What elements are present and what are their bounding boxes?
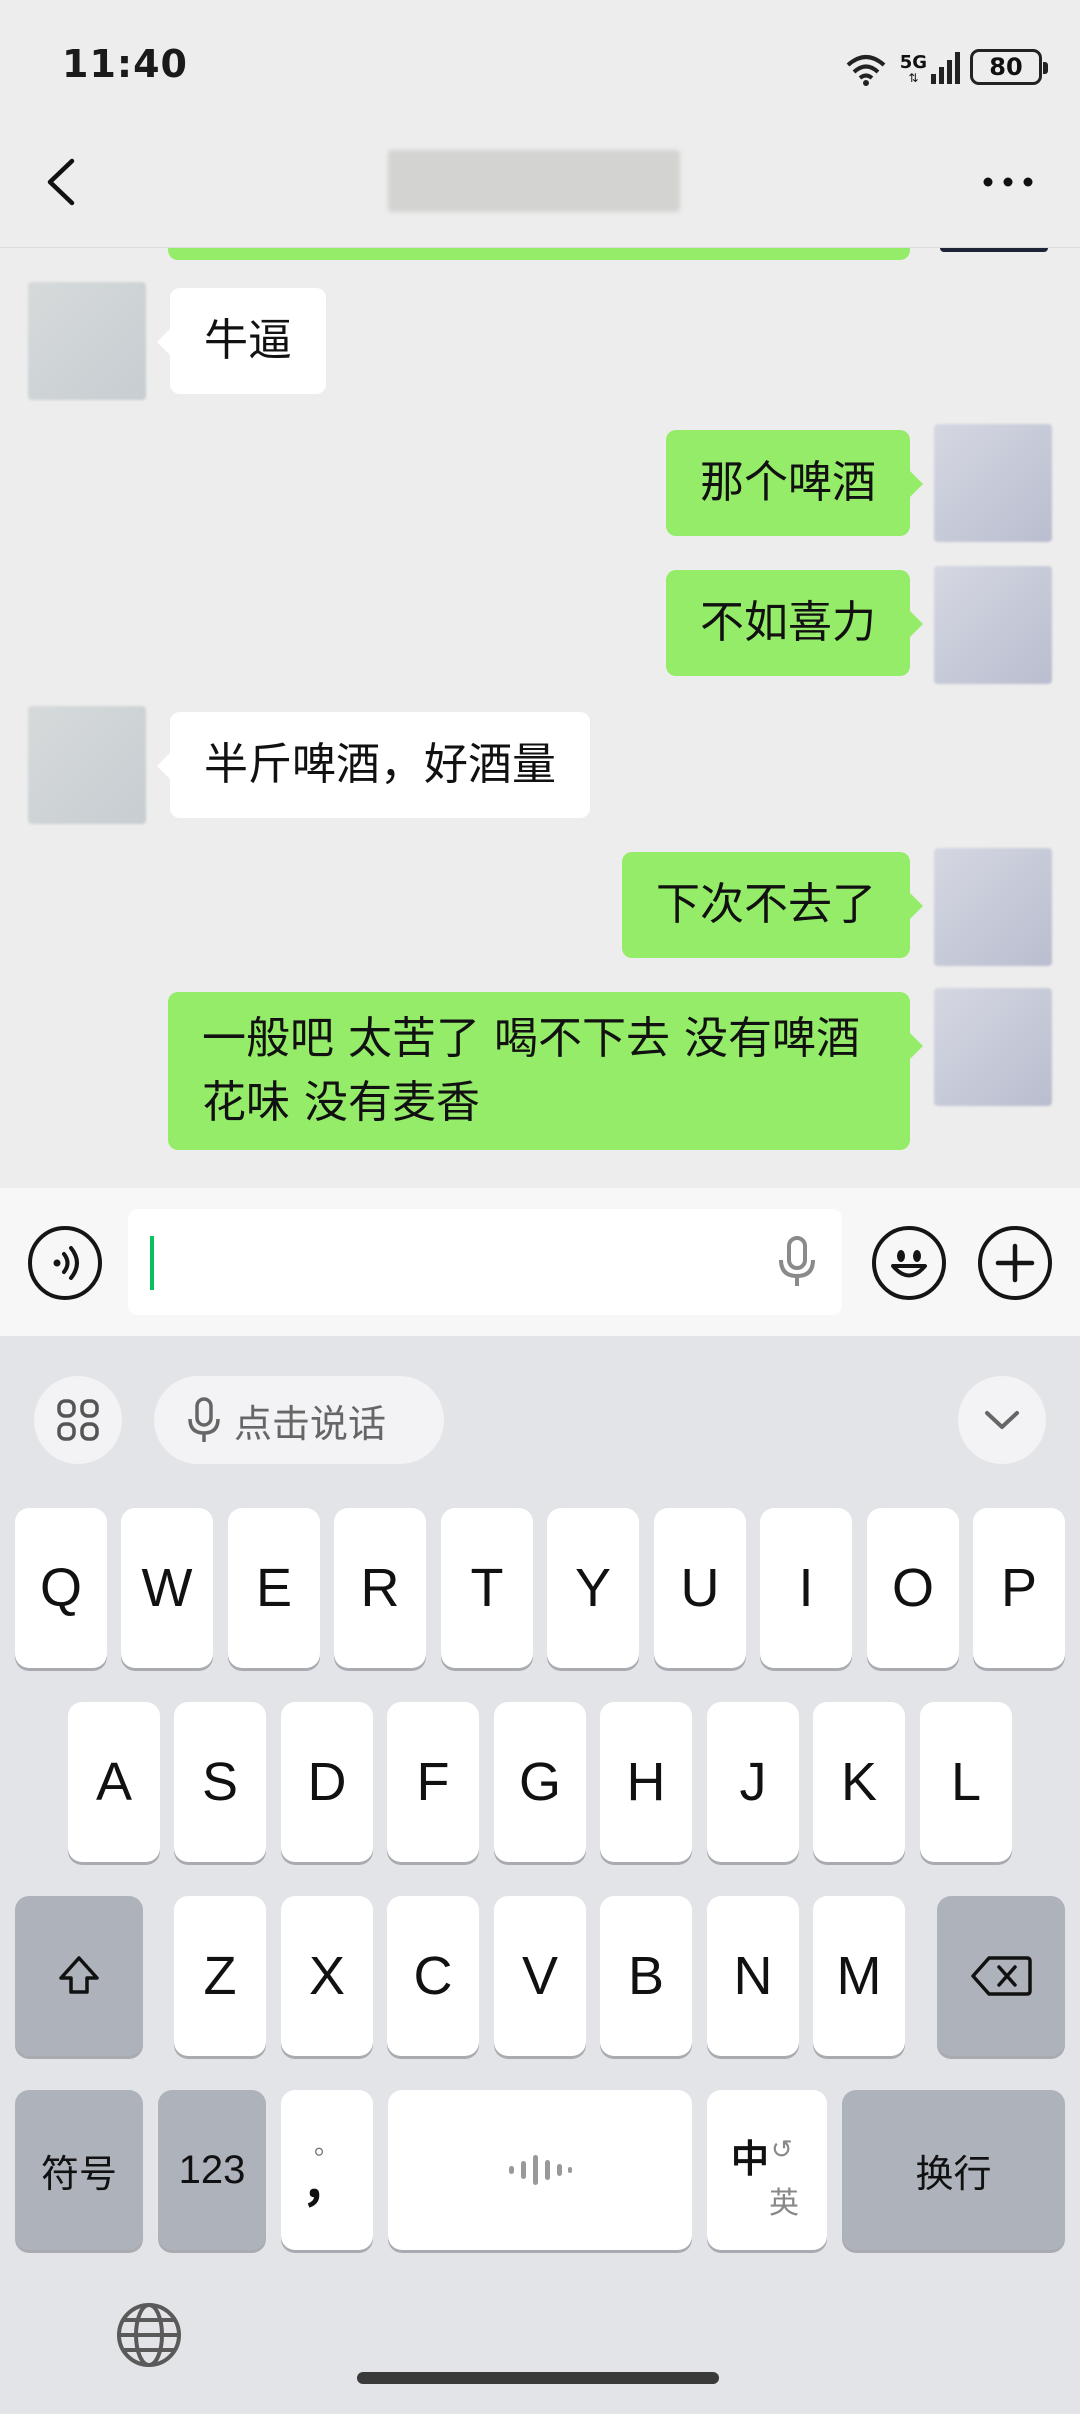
voice-input-label: 点击说话 [234, 1401, 387, 1446]
lang-primary-label: 中 [731, 2137, 770, 2181]
back-chevron-icon [47, 158, 75, 206]
key-d[interactable]: D [281, 1702, 373, 1862]
key-row-1: Q W E R T Y U I O P [15, 1508, 1067, 1668]
message-bubble-outgoing[interactable]: 一般吧 太苦了 喝不下去 没有啤酒 花味 没有麦香 [168, 992, 923, 1150]
key-r[interactable]: R [334, 1508, 426, 1668]
globe-icon [117, 2303, 181, 2367]
shift-key[interactable] [15, 1896, 143, 2056]
key-o[interactable]: O [867, 1508, 959, 1668]
previous-message-bubble [168, 248, 910, 260]
key-h[interactable]: H [600, 1702, 692, 1862]
message-text: 那个啤酒 [700, 457, 876, 508]
message-text: 下次不去了 [656, 879, 876, 930]
network-type: 5G [899, 52, 927, 73]
key-row-2: A S D F G H J K L [68, 1702, 1012, 1862]
key-f[interactable]: F [387, 1702, 479, 1862]
chat-area[interactable]: 牛逼 那个啤酒 不如喜力 半斤啤酒，好酒量 下次不去了 一般吧 太苦了 喝不下去… [0, 248, 1080, 1188]
space-key[interactable] [388, 2090, 692, 2250]
signal-bars-icon [931, 50, 960, 84]
key-g[interactable]: G [494, 1702, 586, 1862]
comma-key[interactable]: 。 ， [281, 2090, 373, 2250]
message-input[interactable] [128, 1209, 842, 1315]
shift-icon [59, 1956, 99, 1994]
message-bubble-outgoing[interactable]: 那个啤酒 [666, 430, 923, 536]
symbols-key[interactable]: 符号 [15, 2090, 143, 2250]
message-text-line-1: 一般吧 太苦了 喝不下去 没有啤酒 [202, 1013, 860, 1064]
return-key[interactable]: 换行 [842, 2090, 1065, 2250]
message-text: 半斤啤酒，好酒量 [204, 739, 556, 790]
status-icons: 5G ⇅ 80 [842, 42, 1048, 92]
key-p[interactable]: P [973, 1508, 1065, 1668]
mic-icon [779, 1236, 815, 1286]
message-bubble-outgoing[interactable]: 下次不去了 [622, 852, 923, 958]
my-avatar[interactable] [934, 424, 1052, 542]
plus-icon [995, 1243, 1035, 1283]
cell-signal: 5G ⇅ [900, 50, 960, 84]
key-q[interactable]: Q [15, 1508, 107, 1668]
home-indicator[interactable] [357, 2372, 719, 2384]
mic-button[interactable] [770, 1232, 824, 1292]
back-button[interactable] [36, 155, 90, 209]
key-v[interactable]: V [494, 1896, 586, 2056]
key-s[interactable]: S [174, 1702, 266, 1862]
key-j[interactable]: J [707, 1702, 799, 1862]
emoji-button[interactable] [872, 1226, 946, 1300]
keyboard-menu-icon [57, 1399, 99, 1441]
key-c[interactable]: C [387, 1896, 479, 2056]
my-avatar[interactable] [934, 848, 1052, 966]
plus-button[interactable] [978, 1226, 1052, 1300]
globe-button[interactable] [114, 2300, 184, 2370]
key-u[interactable]: U [654, 1508, 746, 1668]
message-text-line-2: 花味 没有麦香 [202, 1077, 480, 1128]
key-k[interactable]: K [813, 1702, 905, 1862]
keyboard-menu-button[interactable] [34, 1376, 122, 1464]
message-text: 牛逼 [204, 315, 292, 366]
message-bubble-incoming[interactable]: 牛逼 [157, 288, 326, 394]
lang-secondary-label: 英 [769, 2186, 799, 2221]
key-t[interactable]: T [441, 1508, 533, 1668]
key-i[interactable]: I [760, 1508, 852, 1668]
more-button[interactable] [980, 160, 1036, 200]
contact-avatar[interactable] [28, 706, 146, 824]
voice-mode-icon [53, 1246, 79, 1280]
key-b[interactable]: B [600, 1896, 692, 2056]
key-n[interactable]: N [707, 1896, 799, 2056]
mic-icon [188, 1397, 220, 1442]
key-x[interactable]: X [281, 1896, 373, 2056]
key-m[interactable]: M [813, 1896, 905, 2056]
chevron-down-icon [985, 1411, 1019, 1429]
key-w[interactable]: W [121, 1508, 213, 1668]
status-time: 11:40 [62, 42, 188, 86]
message-bubble-incoming[interactable]: 半斤啤酒，好酒量 [157, 712, 590, 818]
space-voice-icon [509, 2155, 572, 2185]
key-y[interactable]: Y [547, 1508, 639, 1668]
key-l[interactable]: L [920, 1702, 1012, 1862]
backspace-key[interactable] [937, 1896, 1065, 2056]
voice-mode-button[interactable] [28, 1226, 102, 1300]
previous-message-avatar [940, 248, 1048, 252]
my-avatar[interactable] [934, 566, 1052, 684]
key-z[interactable]: Z [174, 1896, 266, 2056]
wifi-icon [846, 55, 886, 86]
comma-key-label: ， [302, 2156, 352, 2212]
my-avatar[interactable] [934, 988, 1052, 1106]
key-a[interactable]: A [68, 1702, 160, 1862]
contact-avatar[interactable] [28, 282, 146, 400]
comma-key-hint: 。 [313, 2130, 340, 2160]
language-switch-key[interactable]: 中 ↺ 英 [707, 2090, 827, 2250]
message-bubble-outgoing[interactable]: 不如喜力 [666, 570, 923, 676]
key-e[interactable]: E [228, 1508, 320, 1668]
collapse-keyboard-button[interactable] [958, 1376, 1046, 1464]
lang-switch-arrows: ↺ [771, 2134, 793, 2164]
more-icon [983, 177, 1033, 187]
message-text: 不如喜力 [700, 597, 876, 648]
keyboard [0, 1336, 1080, 2414]
backspace-icon [971, 1956, 1032, 1996]
emoji-icon [891, 1250, 927, 1278]
chat-title-redacted [388, 150, 680, 212]
battery-indicator: 80 [970, 49, 1048, 85]
text-caret [150, 1236, 154, 1290]
voice-input-button[interactable]: 点击说话 [154, 1376, 444, 1464]
numbers-key[interactable]: 123 [158, 2090, 266, 2250]
